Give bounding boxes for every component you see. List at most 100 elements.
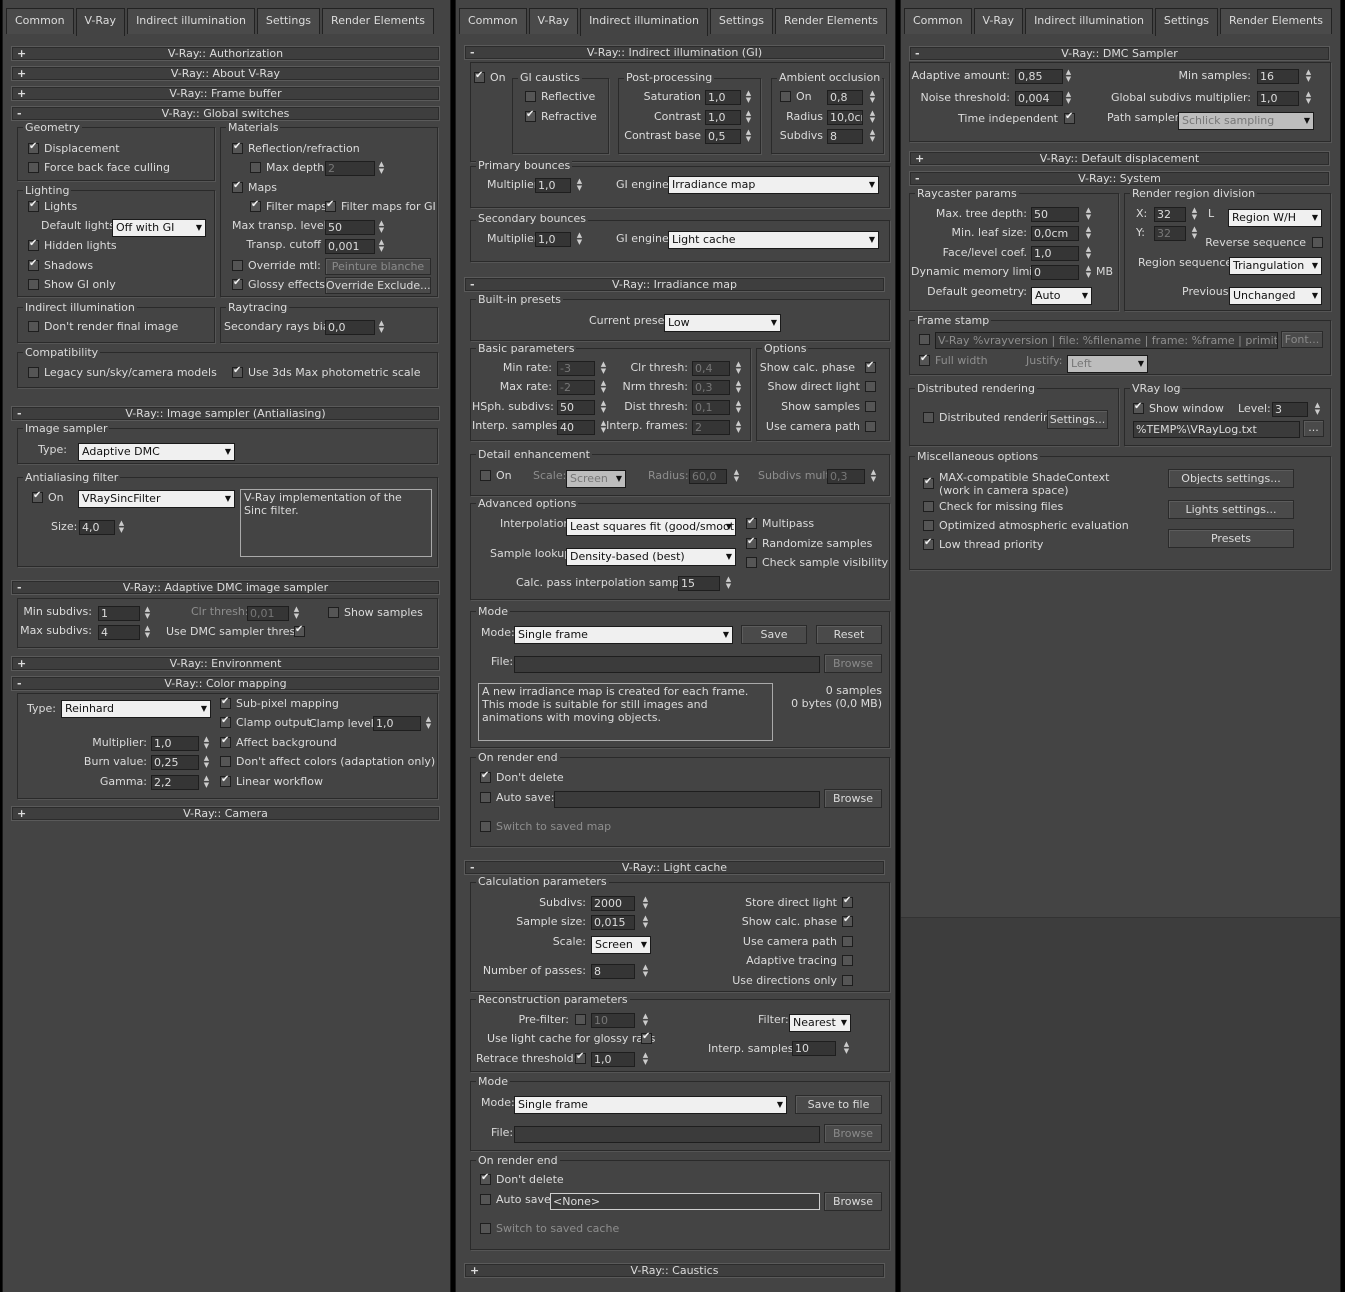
lights-checkbox[interactable] xyxy=(28,199,39,212)
rollout-light-cache[interactable]: - V-Ray:: Light cache xyxy=(464,860,885,875)
tab-indirect-illumination[interactable]: Indirect illumination xyxy=(1025,8,1153,34)
burn-spinner-arrows[interactable]: ▲ ▼ xyxy=(202,755,211,770)
adaptive-tracing-checkbox[interactable] xyxy=(842,955,853,966)
reverse-sequence-checkbox[interactable] xyxy=(1312,237,1323,248)
passes-spinner-arrows[interactable]: ▲ ▼ xyxy=(641,964,650,979)
interpolation-dropdown[interactable]: Least squares fit (good/smooth xyxy=(566,518,736,536)
prefilter-checkbox[interactable] xyxy=(575,1014,586,1025)
rollout-camera[interactable]: + V-Ray:: Camera xyxy=(11,806,440,821)
rollout-color-mapping[interactable]: - V-Ray:: Color mapping xyxy=(11,676,440,691)
irr-auto-save-field[interactable] xyxy=(554,791,820,808)
check-missing-checkbox[interactable] xyxy=(923,501,934,512)
check-visibility-checkbox[interactable] xyxy=(746,557,757,568)
ao-radius-spinner[interactable]: 10,0cm xyxy=(827,110,863,125)
contrast-spinner[interactable]: 1,0 xyxy=(705,110,741,125)
ao-on-checkbox[interactable] xyxy=(780,91,791,102)
size-spinner-arrows[interactable]: ▲ ▼ xyxy=(117,520,126,535)
lc-subdivs-spinner[interactable]: 2000 xyxy=(591,896,635,911)
max-compat-checkbox[interactable] xyxy=(923,476,934,489)
path-sampler-dropdown[interactable]: Schlick sampling xyxy=(1178,112,1314,130)
use-dirs-checkbox[interactable] xyxy=(842,975,853,986)
irr-auto-save-checkbox[interactable] xyxy=(480,792,491,803)
log-path-browse-button[interactable]: ... xyxy=(1303,420,1324,437)
detail-radius-spinner-arrows[interactable]: ▲ ▼ xyxy=(732,469,741,484)
retrace-spinner-arrows[interactable]: ▲ ▼ xyxy=(641,1052,650,1067)
retrace-checkbox[interactable] xyxy=(575,1051,586,1064)
randomize-checkbox[interactable] xyxy=(746,536,757,549)
time-independent-checkbox[interactable] xyxy=(1064,111,1075,124)
secondary-multiplier-spinner-arrows[interactable]: ▲ ▼ xyxy=(575,232,584,247)
level-spinner[interactable]: 3 xyxy=(1272,402,1308,417)
force-back-checkbox[interactable] xyxy=(28,162,39,173)
sec-bias-spinner[interactable]: 0,0 xyxy=(325,320,375,335)
rollout-default-displacement[interactable]: + V-Ray:: Default displacement xyxy=(909,151,1330,166)
irr-browse-button[interactable]: Browse xyxy=(824,654,882,673)
lc-use-cam-checkbox[interactable] xyxy=(842,936,853,947)
lc-filter-dropdown[interactable]: Nearest xyxy=(789,1014,851,1032)
lights-settings-button[interactable]: Lights settings... xyxy=(1168,500,1294,519)
maps-checkbox[interactable] xyxy=(232,180,243,193)
font-button[interactable]: Font... xyxy=(1281,331,1323,348)
low-thread-checkbox[interactable] xyxy=(923,537,934,550)
dyn-mem-spinner-arrows[interactable]: ▲ ▼ xyxy=(1084,265,1093,280)
use-lc-glossy-checkbox[interactable] xyxy=(641,1031,652,1044)
optimized-atmo-checkbox[interactable] xyxy=(923,520,934,531)
rollout-environment[interactable]: + V-Ray:: Environment xyxy=(11,656,440,671)
filter-maps-checkbox[interactable] xyxy=(250,199,261,212)
primary-multiplier-spinner-arrows[interactable]: ▲ ▼ xyxy=(575,178,584,193)
ao-subdivs-spinner[interactable]: 8 xyxy=(827,129,863,144)
override-exclude-button[interactable]: Override Exclude... xyxy=(325,277,431,294)
frame-stamp-field[interactable]: V-Ray %vrayversion | file: %filename | f… xyxy=(935,332,1278,349)
nrm-thresh-spinner-arrows[interactable]: ▲ ▼ xyxy=(734,380,743,395)
rollout-image-sampler[interactable]: - V-Ray:: Image sampler (Antialiasing) xyxy=(11,406,440,421)
tab-render-elements[interactable]: Render Elements xyxy=(1220,8,1332,34)
irr-reset-button[interactable]: Reset xyxy=(816,625,882,644)
aa-filter-on-checkbox[interactable] xyxy=(32,490,43,503)
min-leaf-spinner[interactable]: 0,0cm xyxy=(1031,226,1079,241)
interp-samples-spinner[interactable]: 40 xyxy=(557,420,595,435)
cm-multiplier-spinner-arrows[interactable]: ▲ ▼ xyxy=(202,736,211,751)
clamp-level-spinner[interactable]: 1,0 xyxy=(373,716,421,731)
max-depth-checkbox[interactable] xyxy=(250,162,261,173)
shadows-checkbox[interactable] xyxy=(28,258,39,271)
lc-subdivs-spinner-arrows[interactable]: ▲ ▼ xyxy=(641,896,650,911)
tab-common[interactable]: Common xyxy=(459,8,527,34)
displacement-checkbox[interactable] xyxy=(28,141,39,154)
irr-auto-browse-button[interactable]: Browse xyxy=(824,789,882,808)
legacy-checkbox[interactable] xyxy=(28,367,39,378)
lc-interp-samples-spinner-arrows[interactable]: ▲ ▼ xyxy=(842,1041,851,1056)
max-depth-spinner[interactable]: 2 xyxy=(325,161,375,176)
irr-clr-thresh-spinner[interactable]: 0,4 xyxy=(692,361,730,376)
min-subdivs-spinner[interactable]: 1 xyxy=(98,606,140,621)
interp-frames-spinner[interactable]: 2 xyxy=(692,420,730,435)
switch-cache-checkbox[interactable] xyxy=(480,1223,491,1234)
min-leaf-spinner-arrows[interactable]: ▲ ▼ xyxy=(1084,226,1093,241)
lc-show-calc-checkbox[interactable] xyxy=(842,914,853,927)
ao-subdivs-spinner-arrows[interactable]: ▲ ▼ xyxy=(868,129,877,144)
tab-vray[interactable]: V-Ray xyxy=(75,8,126,36)
region-wh-dropdown[interactable]: Region W/H xyxy=(1228,209,1322,227)
burn-spinner[interactable]: 0,25 xyxy=(151,755,199,770)
min-rate-spinner-arrows[interactable]: ▲ ▼ xyxy=(599,361,608,376)
show-window-checkbox[interactable] xyxy=(1133,401,1144,414)
previous-dropdown[interactable]: Unchanged xyxy=(1229,287,1322,305)
override-mtl-checkbox[interactable] xyxy=(232,260,243,271)
noise-threshold-spinner[interactable]: 0,004 xyxy=(1015,91,1063,106)
dont-render-checkbox[interactable] xyxy=(28,321,39,332)
dr-settings-button[interactable]: Settings... xyxy=(1047,410,1108,429)
rollout-gi[interactable]: - V-Ray:: Indirect illumination (GI) xyxy=(464,45,885,60)
clr-thresh-spinner-arrows[interactable]: ▲ ▼ xyxy=(292,606,301,621)
sec-bias-spinner-arrows[interactable]: ▲ ▼ xyxy=(377,320,386,335)
irr-save-button[interactable]: Save xyxy=(741,625,807,644)
hidden-lights-checkbox[interactable] xyxy=(28,238,39,251)
justify-dropdown[interactable]: Left xyxy=(1067,355,1148,373)
cm-multiplier-spinner[interactable]: 1,0 xyxy=(151,736,199,751)
full-width-checkbox[interactable] xyxy=(919,353,930,366)
rollout-about[interactable]: + V-Ray:: About V-Ray xyxy=(11,66,440,81)
max-rate-spinner[interactable]: -2 xyxy=(557,380,595,395)
prefilter-spinner-arrows[interactable]: ▲ ▼ xyxy=(641,1013,650,1028)
calc-pass-spinner-arrows[interactable]: ▲ ▼ xyxy=(724,576,733,591)
filter-maps-gi-checkbox[interactable] xyxy=(325,199,336,212)
min-samples-spinner[interactable]: 16 xyxy=(1257,69,1299,84)
clamp-checkbox[interactable] xyxy=(220,715,231,728)
